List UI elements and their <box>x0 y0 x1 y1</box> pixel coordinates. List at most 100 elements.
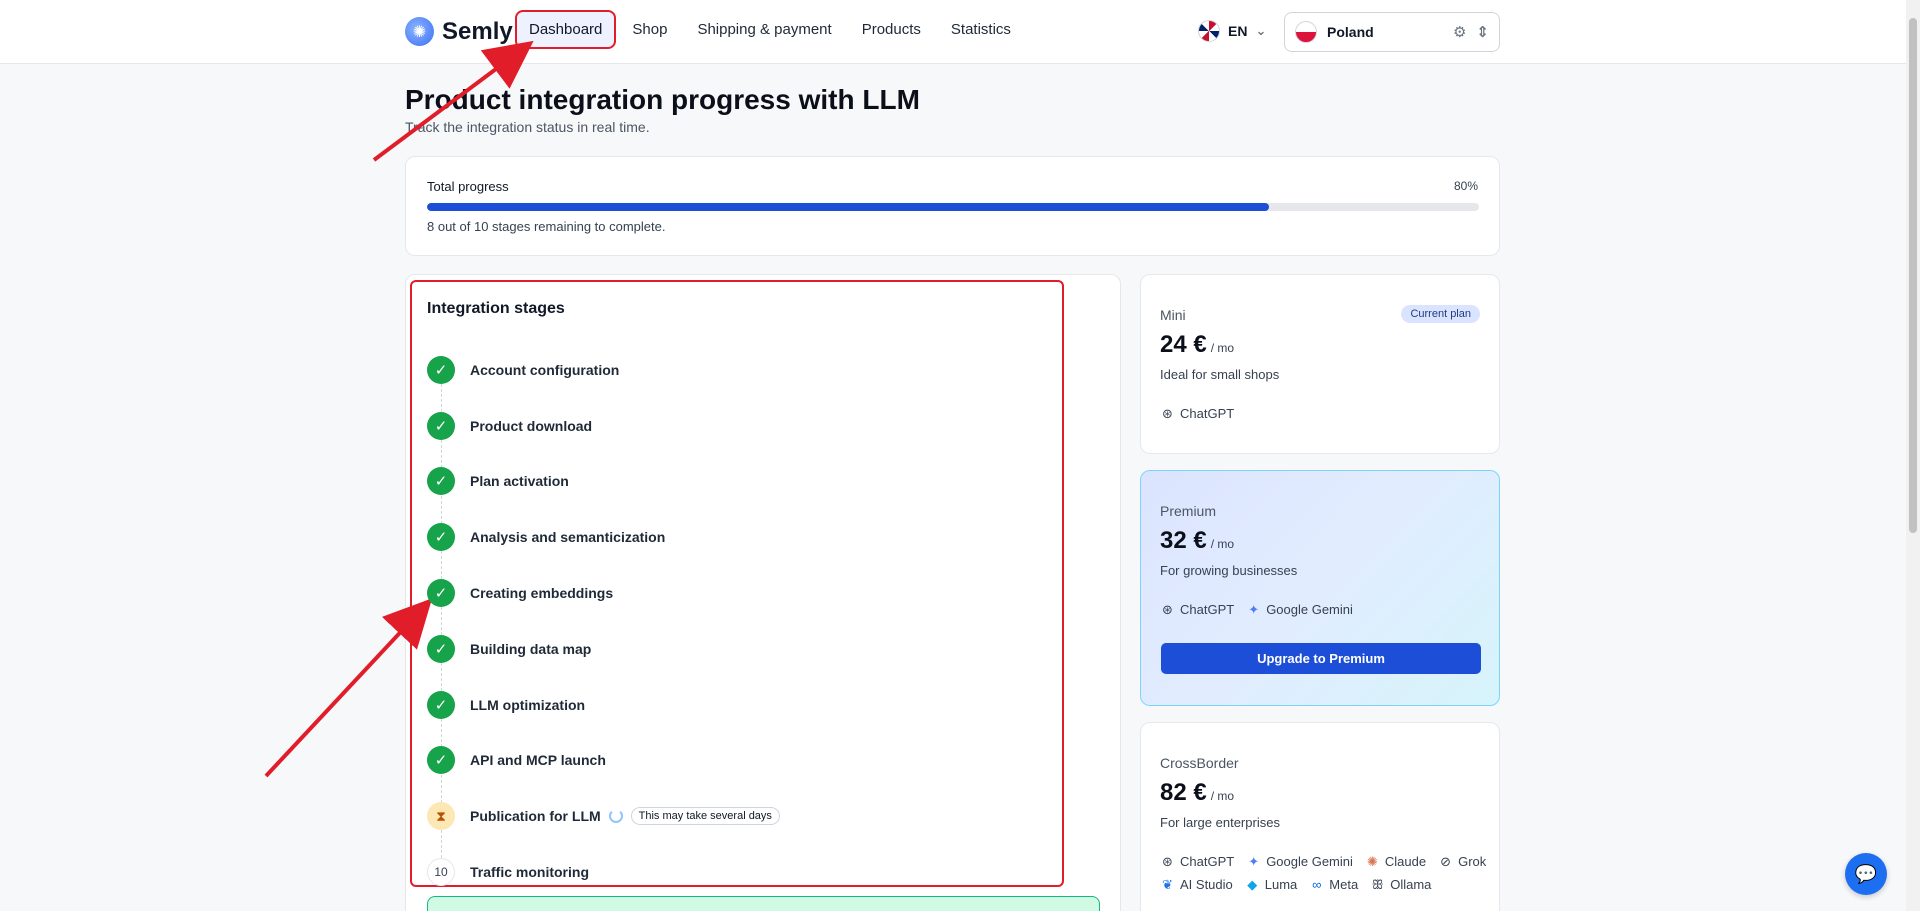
uk-flag-icon <box>1198 20 1220 42</box>
model-item: ⊛ ChatGPT <box>1160 601 1235 618</box>
luma-icon: ◆ <box>1247 876 1258 892</box>
price-period: / mo <box>1210 789 1235 803</box>
poland-flag-icon <box>1295 21 1317 43</box>
stage-label: Building data map <box>470 640 592 657</box>
stage-item: 10 Traffic monitoring <box>427 844 1027 900</box>
model-item: ✦ Google Gemini <box>1246 854 1353 870</box>
plan-models: ⊛ ChatGPT ✦ Google Gemini ✺ Claude ⊘ Grok ❦ AI St… <box>1160 854 1490 893</box>
current-plan-badge: Current plan <box>1401 305 1480 323</box>
model-name: Luma <box>1264 877 1298 892</box>
openai-icon: ⊛ <box>1162 601 1173 617</box>
check-circle-icon: ✓ <box>427 355 455 384</box>
model-item: ❦ AI Studio <box>1160 876 1233 893</box>
stage-label: Plan activation <box>470 473 569 490</box>
model-item: ✦ Google Gemini <box>1246 601 1353 618</box>
model-name: ChatGPT <box>1180 854 1235 869</box>
progress-bar <box>427 203 1479 211</box>
stage-item: ✓ Analysis and semanticization <box>427 509 1027 580</box>
model-name: ChatGPT <box>1180 406 1235 421</box>
upgrade-to-premium-button[interactable]: Upgrade to Premium <box>1161 643 1481 674</box>
stage-note-badge: This may take several days <box>630 807 780 826</box>
gear-icon[interactable]: ⚙ <box>1453 23 1466 41</box>
plan-name: Premium <box>1160 503 1217 519</box>
check-circle-icon: ✓ <box>427 746 455 775</box>
hourglass-icon: ⧗ <box>427 802 455 831</box>
model-name: Claude <box>1384 854 1427 869</box>
meta-icon: ∞ <box>1312 877 1322 892</box>
plan-card-crossborder: CrossBorder 82 € / mo For large enterpri… <box>1140 722 1500 911</box>
check-circle-icon: ✓ <box>427 411 455 440</box>
price-amount: 32 € <box>1160 527 1207 554</box>
language-code: EN <box>1228 23 1248 39</box>
stage-label: Publication for LLM <box>470 808 601 825</box>
scrollbar-thumb[interactable] <box>1909 18 1917 533</box>
model-item: ꕥ Ollama <box>1370 876 1432 893</box>
plan-name: Mini <box>1160 307 1186 323</box>
model-name: Google Gemini <box>1266 854 1353 869</box>
model-item: ⊘ Grok <box>1438 854 1487 870</box>
annotation-arrow <box>264 598 433 778</box>
progress-note: 8 out of 10 stages remaining to complete… <box>427 219 666 234</box>
semly-logo-icon: ✺ <box>405 17 434 46</box>
plan-price: 82 € / mo <box>1160 779 1234 807</box>
top-navbar: ✺ Semly Dashboard Shop Shipping & paymen… <box>0 0 1920 64</box>
check-circle-icon: ✓ <box>427 467 455 496</box>
stage-label: Creating embeddings <box>470 585 614 602</box>
progress-percent: 80% <box>1453 179 1478 193</box>
stages-title: Integration stages <box>427 300 565 317</box>
model-name: Google Gemini <box>1266 602 1353 617</box>
stage-label: Traffic monitoring <box>470 864 589 881</box>
language-selector[interactable]: EN ⌄ <box>1198 20 1266 42</box>
nav-shipping-payment[interactable]: Shipping & payment <box>685 12 843 47</box>
check-circle-icon: ✓ <box>427 690 455 719</box>
progress-label: Total progress <box>427 179 509 194</box>
plan-description: Ideal for small shops <box>1160 367 1280 382</box>
page-scrollbar[interactable] <box>1906 0 1920 911</box>
chat-bubble-icon[interactable]: 💬 <box>1845 853 1887 895</box>
plan-card-premium: Premium 32 € / mo For growing businesses… <box>1140 470 1500 706</box>
stage-label: LLM optimization <box>470 696 586 713</box>
nav-statistics[interactable]: Statistics <box>939 12 1023 47</box>
plan-card-mini: Mini Current plan 24 € / mo Ideal for sm… <box>1140 274 1500 454</box>
status-banner <box>427 896 1100 911</box>
model-item: ✺ Claude <box>1365 854 1427 870</box>
stage-item: ✓ API and MCP launch <box>427 733 1027 803</box>
ai-studio-icon: ❦ <box>1162 876 1173 892</box>
stage-item: ✓ LLM optimization <box>427 677 1027 747</box>
country-selector[interactable]: Poland ⚙ ⇕ <box>1284 12 1500 52</box>
stage-item: ✓ Plan activation <box>427 454 1027 524</box>
model-item: ◆ Luma <box>1245 876 1298 893</box>
stage-item: ✓ Account configuration <box>427 342 1027 412</box>
model-name: Grok <box>1458 854 1487 869</box>
price-period: / mo <box>1210 341 1235 355</box>
progress-bar-fill <box>427 203 1269 211</box>
stage-label: Account configuration <box>470 361 620 378</box>
nav-shop[interactable]: Shop <box>620 12 679 47</box>
stage-list: ✓ Account configuration ✓ Product download ✓… <box>427 342 1027 900</box>
total-progress-card: Total progress 80% 8 out of 10 stages re… <box>405 156 1500 256</box>
model-name: ChatGPT <box>1180 602 1235 617</box>
loading-spinner-icon <box>608 809 623 824</box>
ollama-icon: ꕥ <box>1371 876 1384 892</box>
model-item: ∞ Meta <box>1309 877 1358 892</box>
plan-models: ⊛ ChatGPT ✦ Google Gemini <box>1160 601 1490 618</box>
brand-logo[interactable]: ✺ Semly <box>405 17 513 46</box>
gemini-icon: ✦ <box>1248 601 1260 617</box>
nav-dashboard[interactable]: Dashboard <box>514 10 617 49</box>
model-item: ⊛ ChatGPT <box>1160 854 1235 870</box>
stage-label: Analysis and semanticization <box>470 529 666 546</box>
stage-number: 10 <box>427 858 455 887</box>
plan-models: ⊛ ChatGPT <box>1160 405 1490 422</box>
price-period: / mo <box>1210 537 1235 551</box>
stage-item: ⧗ Publication for LLM This may take severa… <box>427 788 1027 859</box>
plan-price: 24 € / mo <box>1160 331 1234 359</box>
stage-item: ✓ Product download <box>427 398 1027 468</box>
main-nav: Dashboard Shop Shipping & payment Produc… <box>514 10 1023 49</box>
plan-name: CrossBorder <box>1160 755 1239 771</box>
brand-name: Semly <box>442 17 513 45</box>
plan-price: 32 € / mo <box>1160 527 1234 555</box>
check-circle-icon: ✓ <box>427 523 455 552</box>
openai-icon: ⊛ <box>1162 405 1173 421</box>
nav-products[interactable]: Products <box>850 12 933 47</box>
plan-description: For large enterprises <box>1160 815 1280 830</box>
